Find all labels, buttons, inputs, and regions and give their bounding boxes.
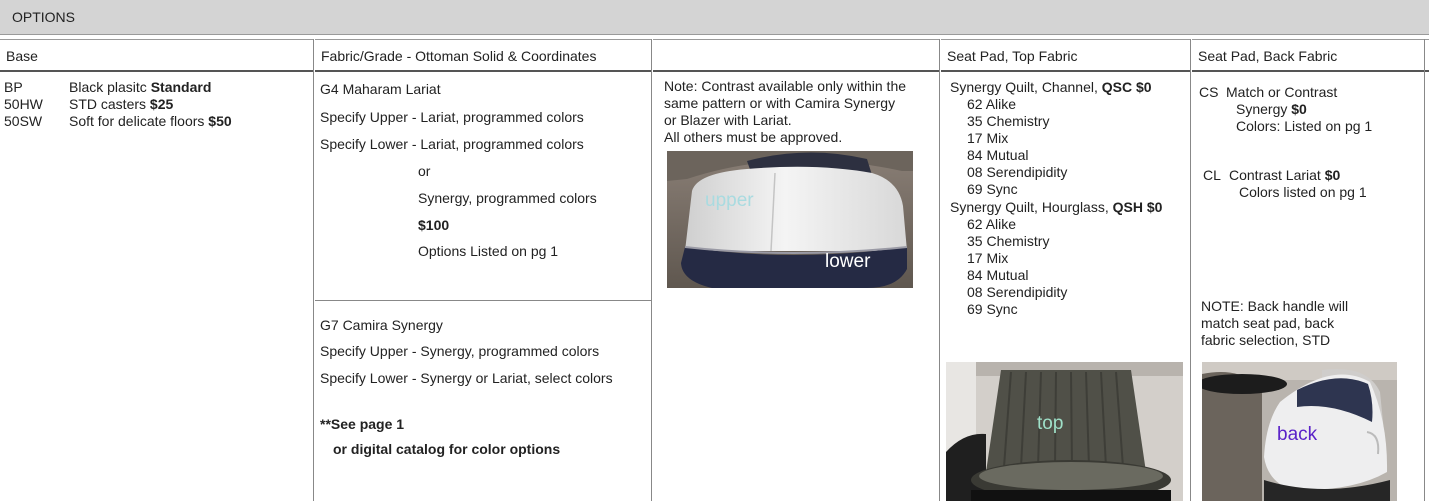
column-divider xyxy=(1424,39,1425,501)
row-divider xyxy=(315,300,651,301)
back-note-line-1: NOTE: Back handle will xyxy=(1201,298,1349,314)
cs-line-3: Colors: Listed on pg 1 xyxy=(1236,118,1373,134)
header-fabric: Fabric/Grade - Ottoman Solid & Coordinat… xyxy=(315,39,651,72)
qsc-color-mutual: 84 Mutual xyxy=(967,147,1029,163)
upper-label: upper xyxy=(705,190,754,211)
ottoman-upper-lower-image xyxy=(667,151,913,288)
options-title: OPTIONS xyxy=(12,9,76,25)
g7-lower: Specify Lower - Synergy or Lariat, selec… xyxy=(320,370,613,386)
header-seat-top: Seat Pad, Top Fabric xyxy=(941,39,1190,72)
g7-upper: Specify Upper - Synergy, programmed colo… xyxy=(320,343,600,359)
top-label: top xyxy=(1037,413,1064,434)
column-divider xyxy=(1190,39,1191,501)
g4-synergy: Synergy, programmed colors xyxy=(418,190,597,206)
qsc-color-chemistry: 35 Chemistry xyxy=(967,113,1050,129)
seat-pad-top-image xyxy=(946,362,1183,501)
header-base: Base xyxy=(0,39,313,72)
column-divider xyxy=(313,39,314,501)
note-line-3: or Blazer with Lariat. xyxy=(664,112,792,128)
base-code-bp: BP xyxy=(4,79,23,95)
note-line-4: All others must be approved. xyxy=(664,129,843,145)
see-page-1: **See page 1 xyxy=(320,416,405,432)
header-seat-top-label: Seat Pad, Top Fabric xyxy=(947,48,1078,64)
header-base-label: Base xyxy=(6,48,38,64)
back-label: back xyxy=(1277,424,1318,445)
base-desc-50sw: Soft for delicate floors $50 xyxy=(69,113,232,129)
g4-price: $100 xyxy=(418,217,450,233)
cs-line-2: Synergy $0 xyxy=(1236,101,1307,117)
column-divider xyxy=(939,39,940,501)
cs-code: CS xyxy=(1199,84,1219,100)
qsc-color-sync: 69 Sync xyxy=(967,181,1018,197)
header-fabric-label: Fabric/Grade - Ottoman Solid & Coordinat… xyxy=(321,48,597,64)
qsc-color-mix: 17 Mix xyxy=(967,130,1009,146)
qsh-color-alike: 62 Alike xyxy=(967,216,1017,232)
qsh-color-sync: 69 Sync xyxy=(967,301,1018,317)
options-banner: OPTIONS xyxy=(0,0,1429,35)
header-seat-back-label: Seat Pad, Back Fabric xyxy=(1198,48,1338,64)
back-note-line-2: match seat pad, back xyxy=(1201,315,1335,331)
qsh-color-serendipidity: 08 Serendipidity xyxy=(967,284,1068,300)
qsh-color-chemistry: 35 Chemistry xyxy=(967,233,1050,249)
base-code-50sw: 50SW xyxy=(4,113,43,129)
qsh-color-mix: 17 Mix xyxy=(967,250,1009,266)
lower-label: lower xyxy=(825,251,871,272)
cl-code: CL xyxy=(1203,167,1221,183)
note-line-2: same pattern or with Camira Synergy xyxy=(664,95,896,111)
qsh-color-mutual: 84 Mutual xyxy=(967,267,1029,283)
qsc-color-serendipidity: 08 Serendipidity xyxy=(967,164,1068,180)
qsc-title: Synergy Quilt, Channel, QSC $0 xyxy=(950,79,1152,95)
back-note-line-3: fabric selection, STD xyxy=(1201,332,1331,348)
base-code-50hw: 50HW xyxy=(4,96,43,112)
g7-title: G7 Camira Synergy xyxy=(320,317,443,333)
g4-options: Options Listed on pg 1 xyxy=(418,243,559,259)
note-line-1: Note: Contrast available only within the xyxy=(664,78,907,94)
g4-or: or xyxy=(418,163,431,179)
header-seat-back: Seat Pad, Back Fabric xyxy=(1192,39,1429,72)
g4-title: G4 Maharam Lariat xyxy=(320,81,441,97)
g4-lower: Specify Lower - Lariat, programmed color… xyxy=(320,136,584,152)
base-desc-50hw: STD casters $25 xyxy=(69,96,174,112)
cl-line-2: Colors listed on pg 1 xyxy=(1239,184,1367,200)
column-divider xyxy=(651,39,652,501)
qsc-color-alike: 62 Alike xyxy=(967,96,1017,112)
cs-line-1: Match or Contrast xyxy=(1226,84,1338,100)
cl-line-1: Contrast Lariat $0 xyxy=(1229,167,1341,183)
header-blank xyxy=(653,39,939,72)
base-desc-bp: Black plasitc Standard xyxy=(69,79,212,95)
g4-upper: Specify Upper - Lariat, programmed color… xyxy=(320,109,584,125)
qsh-title: Synergy Quilt, Hourglass, QSH $0 xyxy=(950,199,1163,215)
digital-catalog-note: or digital catalog for color options xyxy=(333,441,561,457)
